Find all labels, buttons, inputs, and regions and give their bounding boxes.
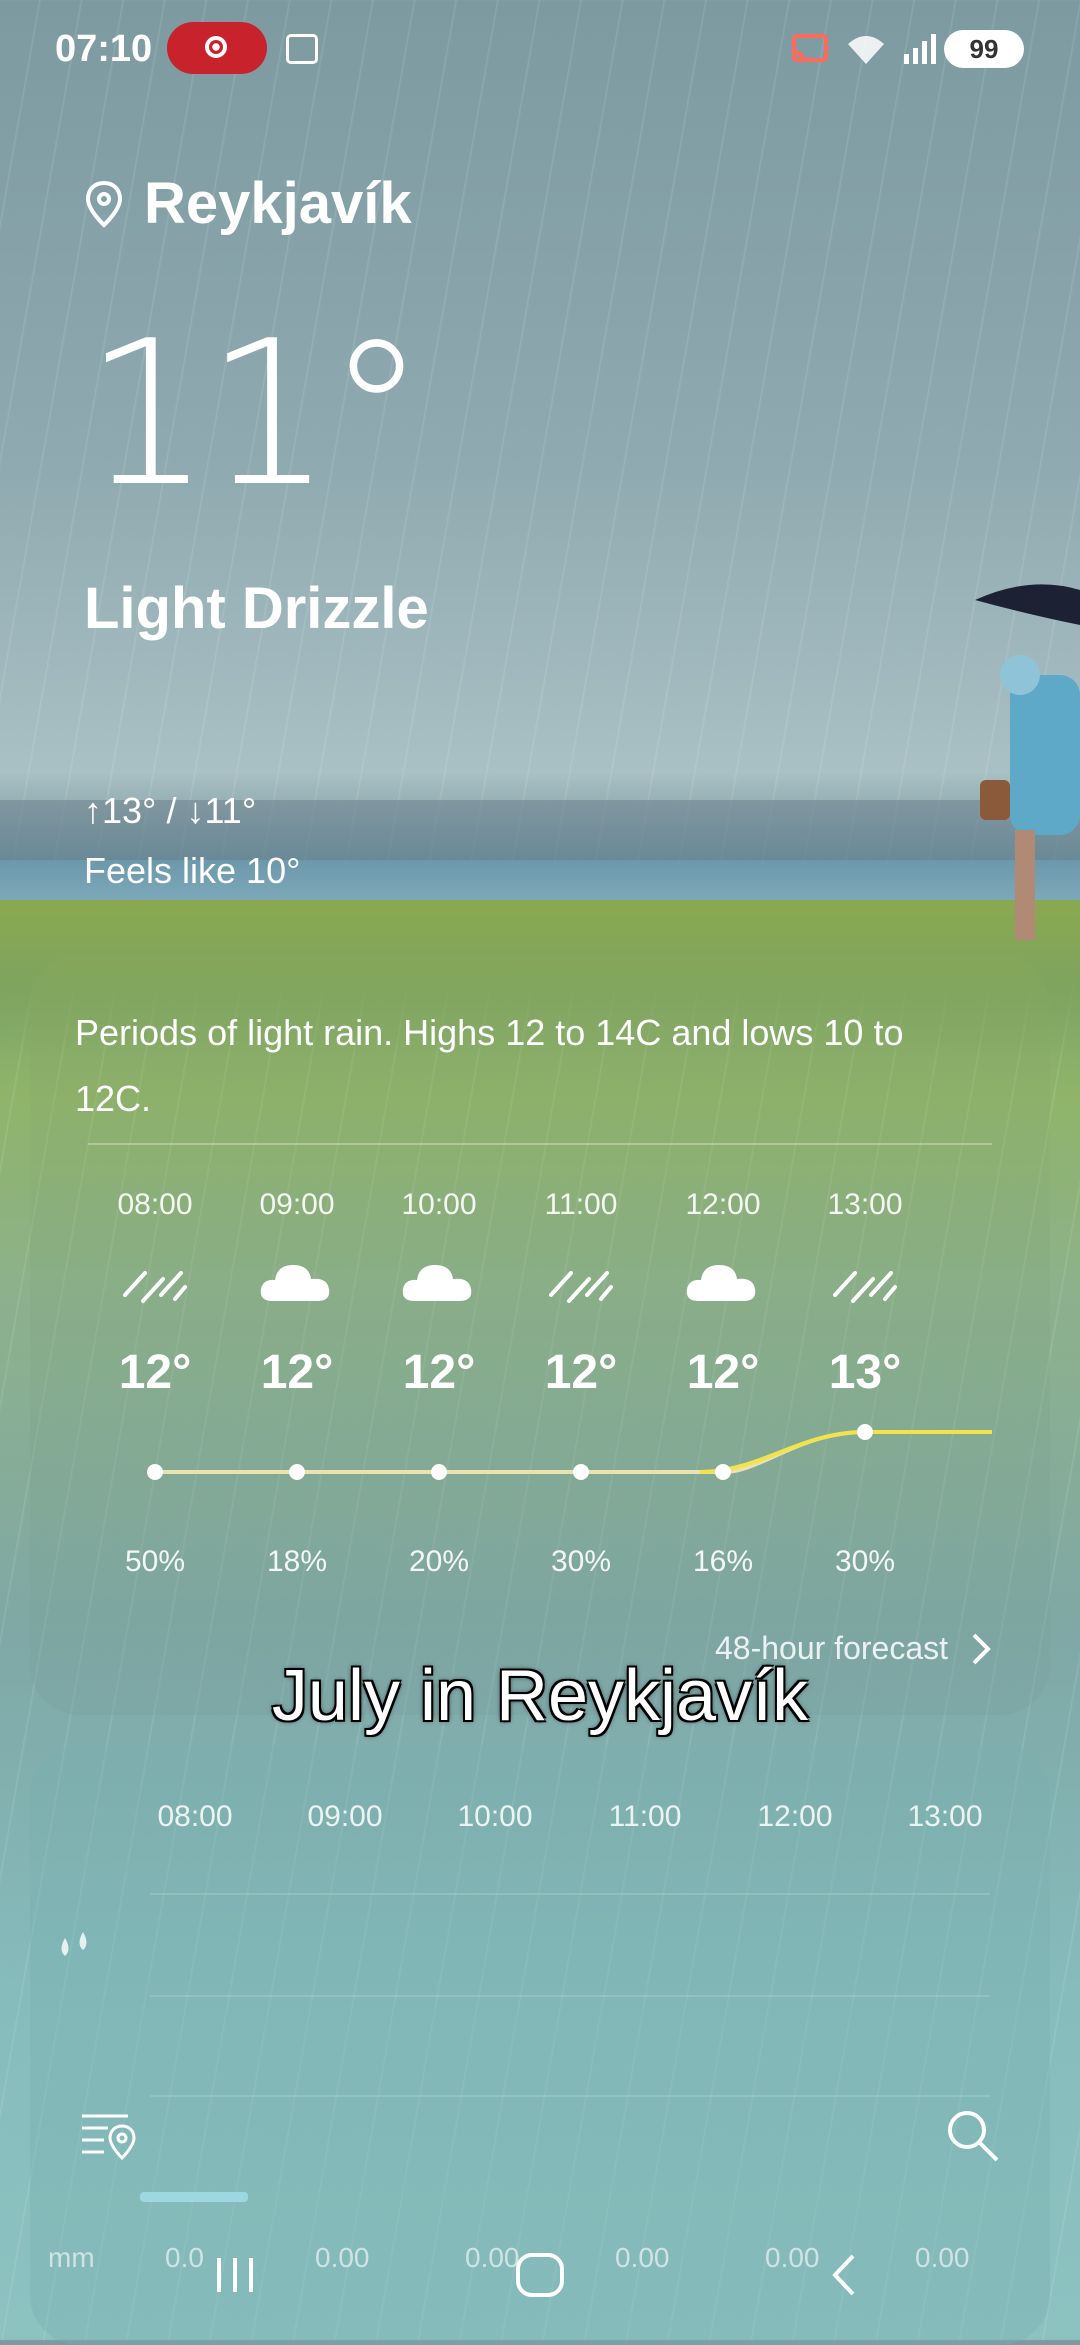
current-temperature: 11° [84,298,426,531]
hourly-temp: 12° [686,1346,760,1399]
drizzle-icon [825,1255,905,1311]
precip-amount: 0.00 [765,2242,820,2273]
hourly-time: 11:00 [544,1188,618,1221]
drizzle-icon [541,1255,621,1311]
current-condition: Light Drizzle [84,576,429,641]
hourly-time: 10:00 [401,1188,477,1221]
precip-bar [140,2192,248,2202]
precip-gridline [150,1995,990,1997]
precip-unit: mm [48,2242,95,2273]
video-caption: July in Reykjavík [271,1656,809,1736]
hourly-time: 12:00 [685,1188,761,1221]
high-low-temperature: ↑13° / ↓11° [84,790,257,831]
hourly-precip: 30% [834,1545,896,1578]
hourly-precip: 20% [408,1545,470,1578]
cloud-icon [257,1255,337,1311]
battery-indicator: 99 [944,30,1024,68]
location-header[interactable]: Reykjavík [84,170,412,237]
precip-time: 08:00 [157,1800,233,1833]
city-name: Reykjavík [144,171,412,236]
precip-time: 13:00 [907,1800,983,1833]
precip-time: 12:00 [757,1800,833,1833]
graph-point [715,1464,731,1480]
hourly-temp: 12° [118,1346,192,1399]
hourly-precip: 50% [124,1545,186,1578]
graph-point [857,1424,873,1440]
graph-point [573,1464,589,1480]
hourly-precip: 18% [266,1545,328,1578]
status-bar: 07:10 99 [0,0,1080,100]
hourly-temp: 12° [402,1346,476,1399]
screenshot-icon [286,34,318,64]
forecast-summary: Periods of light rain. Highs 12 to 14C a… [75,1012,904,1119]
hourly-time: 08:00 [117,1188,193,1221]
drizzle-icon [115,1255,195,1311]
cast-icon [792,34,828,63]
graph-point [431,1464,447,1480]
precip-time: 11:00 [608,1800,682,1833]
precip-amount: 0.00 [915,2242,970,2273]
hourly-temp: 12° [544,1346,618,1399]
graph-point [147,1464,163,1480]
recent-apps-button[interactable] [205,2250,265,2300]
precip-gridline [150,1893,990,1895]
location-pin-icon [85,180,123,228]
raindrops-icon [61,1932,87,1956]
precip-time: 09:00 [307,1800,383,1833]
home-button[interactable] [510,2250,570,2300]
hourly-time: 13:00 [827,1188,903,1221]
wifi-icon [848,36,884,64]
temperature-graph [147,1424,992,1480]
status-time: 07:10 [55,28,153,70]
umbrella-walker-illustration [975,584,1080,940]
hourly-temp: 12° [260,1346,334,1399]
search-icon[interactable] [945,2108,1001,2164]
feels-like: Feels like 10° [84,850,301,891]
signal-icon [904,34,936,64]
hourly-time: 09:00 [259,1188,335,1221]
hourly-precip: 30% [550,1545,612,1578]
hourly-precip: 16% [692,1545,754,1578]
back-button[interactable] [815,2250,875,2300]
graph-point [289,1464,305,1480]
precip-time: 10:00 [457,1800,533,1833]
precip-gridline [150,2095,990,2097]
precip-amount: 0.0 [165,2242,204,2273]
screen-record-icon[interactable] [167,22,267,74]
card-divider [88,1143,992,1145]
hourly-temp: 13° [828,1346,902,1399]
precip-amount: 0.00 [315,2242,370,2273]
cloud-icon [399,1255,479,1311]
precip-amount: 0.00 [615,2242,670,2273]
manage-locations-icon[interactable] [78,2108,138,2164]
cloud-icon [683,1255,763,1311]
